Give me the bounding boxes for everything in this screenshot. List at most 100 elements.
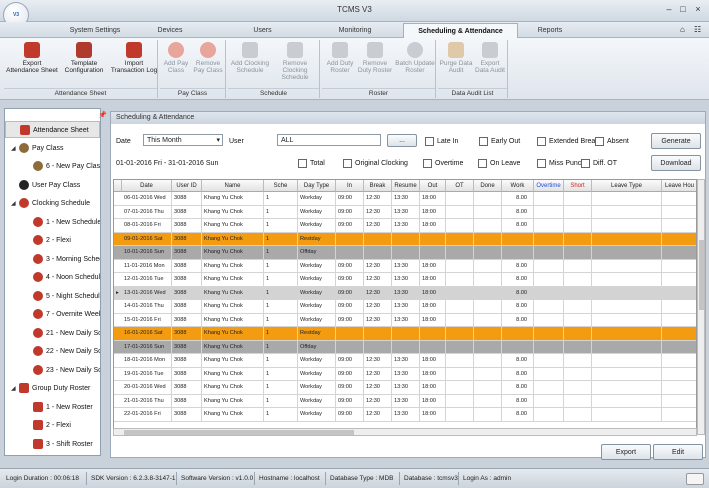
table-cell-work[interactable]: 8.00 (502, 367, 534, 381)
table-cell-work[interactable] (502, 327, 534, 340)
table-cell-lhou[interactable] (662, 368, 696, 381)
table-cell-short[interactable] (564, 340, 592, 354)
scroll-thumb[interactable] (124, 430, 354, 435)
table-cell-done[interactable] (474, 408, 502, 421)
column-header[interactable]: Day Type (298, 180, 336, 192)
table-row[interactable]: 17-01-2016 Sun 3088 Khang Yu Chok 1 Offday (114, 340, 696, 354)
table-cell-done[interactable] (474, 327, 502, 340)
table-cell-ot[interactable] (446, 246, 474, 259)
table-cell-short[interactable] (564, 300, 592, 313)
extended-break-checkbox[interactable] (537, 137, 546, 146)
table-cell-res[interactable] (392, 340, 420, 354)
table-cell-overtime[interactable] (534, 259, 564, 273)
table-cell-overtime[interactable] (534, 192, 564, 205)
table-cell-brk[interactable]: 12:30 (364, 219, 392, 232)
table-cell-in[interactable] (336, 327, 364, 340)
table-cell-work[interactable]: 8.00 (502, 259, 534, 273)
table-cell-out[interactable]: 18:00 (420, 381, 446, 394)
table-cell-res[interactable]: 13:30 (392, 205, 420, 219)
tree-item[interactable]: 2 - Flexi (5, 232, 100, 249)
table-cell-brk[interactable]: 12:30 (364, 313, 392, 327)
add-clocking-schedule-button[interactable]: Add Clocking Schedule (229, 42, 271, 74)
table-cell-sche[interactable]: 1 (264, 273, 298, 286)
table-cell-name[interactable]: Khang Yu Chok (202, 381, 264, 394)
table-cell-lhou[interactable] (662, 395, 696, 408)
tree-item[interactable]: 4 - Noon Schedule 1 (5, 269, 100, 286)
table-cell-res[interactable]: 13:30 (392, 192, 420, 205)
table-cell-out[interactable]: 18:00 (420, 354, 446, 367)
table-cell-name[interactable]: Khang Yu Chok (202, 205, 264, 219)
table-cell-daytype[interactable]: Workday (298, 259, 336, 273)
table-cell-date[interactable]: 20-01-2016 Wed (122, 381, 172, 394)
column-header[interactable]: Short (564, 180, 592, 192)
table-cell-uid[interactable]: 3088 (172, 367, 202, 381)
table-cell-res[interactable]: 13:30 (392, 259, 420, 273)
column-header[interactable]: User ID (172, 180, 202, 192)
table-row[interactable]: 12-01-2016 Tue 3088 Khang Yu Chok 1 Workday 0… (114, 273, 696, 287)
table-cell-work[interactable]: 8.00 (502, 381, 534, 394)
table-cell-brk[interactable]: 12:30 (364, 367, 392, 381)
table-cell-sche[interactable]: 1 (264, 259, 298, 273)
table-cell-date[interactable]: 12-01-2016 Tue (122, 273, 172, 286)
table-cell-ltype[interactable] (592, 205, 662, 219)
table-cell-short[interactable] (564, 246, 592, 259)
table-cell-sche[interactable]: 1 (264, 313, 298, 327)
table-cell-brk[interactable] (364, 246, 392, 259)
export-attendance-sheet-button[interactable]: Export Attendance Sheet (6, 42, 58, 74)
table-cell-ot[interactable] (446, 408, 474, 421)
tree-item[interactable]: 1 - New Schedule (5, 214, 100, 231)
table-cell-sche[interactable]: 1 (264, 205, 298, 219)
tab-scheduling-attendance[interactable]: Scheduling & Attendance (403, 23, 518, 38)
import-transaction-log-button[interactable]: Import Transaction Log (108, 42, 160, 74)
table-cell-date[interactable]: 11-01-2016 Mon (122, 259, 172, 273)
table-cell-work[interactable] (502, 232, 534, 246)
table-cell-sche[interactable]: 1 (264, 246, 298, 259)
table-cell-lhou[interactable] (662, 354, 696, 367)
table-cell-short[interactable] (564, 219, 592, 232)
table-cell-date[interactable]: 08-01-2016 Fri (122, 219, 172, 232)
edit-button[interactable]: Edit (653, 444, 703, 460)
table-cell-done[interactable] (474, 259, 502, 273)
overtime-checkbox[interactable] (423, 159, 432, 168)
table-cell-overtime[interactable] (534, 367, 564, 381)
table-cell-ot[interactable] (446, 327, 474, 340)
remove-pay-class-button[interactable]: Remove Pay Class (190, 42, 226, 74)
table-cell-done[interactable] (474, 300, 502, 313)
table-cell-ltype[interactable] (592, 232, 662, 246)
table-cell-in[interactable]: 09:00 (336, 259, 364, 273)
table-cell-name[interactable]: Khang Yu Chok (202, 192, 264, 205)
scroll-thumb[interactable] (699, 240, 704, 310)
table-cell-overtime[interactable] (534, 232, 564, 246)
table-cell-ltype[interactable] (592, 273, 662, 286)
tree-item[interactable]: 2 - Flexi (5, 417, 100, 434)
table-cell-ltype[interactable] (592, 340, 662, 354)
table-cell-lhou[interactable] (662, 273, 696, 286)
table-cell-done[interactable] (474, 313, 502, 327)
vertical-scrollbar[interactable] (697, 179, 705, 435)
table-row[interactable]: 07-01-2016 Thu 3088 Khang Yu Chok 1 Workday 0… (114, 205, 696, 219)
table-cell-done[interactable] (474, 232, 502, 246)
table-cell-short[interactable] (564, 408, 592, 421)
table-cell-lhou[interactable] (662, 300, 696, 313)
table-cell-lhou[interactable] (662, 206, 696, 219)
export-data-audit-button[interactable]: Export Data Audit (473, 42, 507, 74)
table-cell-uid[interactable]: 3088 (172, 340, 202, 354)
table-cell-lhou[interactable] (662, 408, 696, 421)
table-cell-ltype[interactable] (592, 259, 662, 273)
table-cell-brk[interactable]: 12:30 (364, 273, 392, 286)
table-cell-short[interactable] (564, 367, 592, 381)
table-cell-sche[interactable]: 1 (264, 232, 298, 246)
table-cell-out[interactable] (420, 327, 446, 340)
export-button[interactable]: Export (601, 444, 651, 460)
tree-item[interactable]: 22 - New Daily Sche (5, 343, 100, 360)
table-cell-daytype[interactable]: Workday (298, 394, 336, 408)
table-cell-lhou[interactable] (662, 246, 696, 259)
table-cell-daytype[interactable]: Workday (298, 313, 336, 327)
table-cell-out[interactable]: 18:00 (420, 300, 446, 313)
user-field[interactable]: ALL (277, 134, 381, 146)
table-cell-brk[interactable] (364, 232, 392, 246)
table-cell-name[interactable]: Khang Yu Chok (202, 273, 264, 286)
table-cell-overtime[interactable] (534, 273, 564, 286)
table-cell-daytype[interactable]: Offday (298, 340, 336, 354)
table-cell-res[interactable]: 13:30 (392, 354, 420, 367)
